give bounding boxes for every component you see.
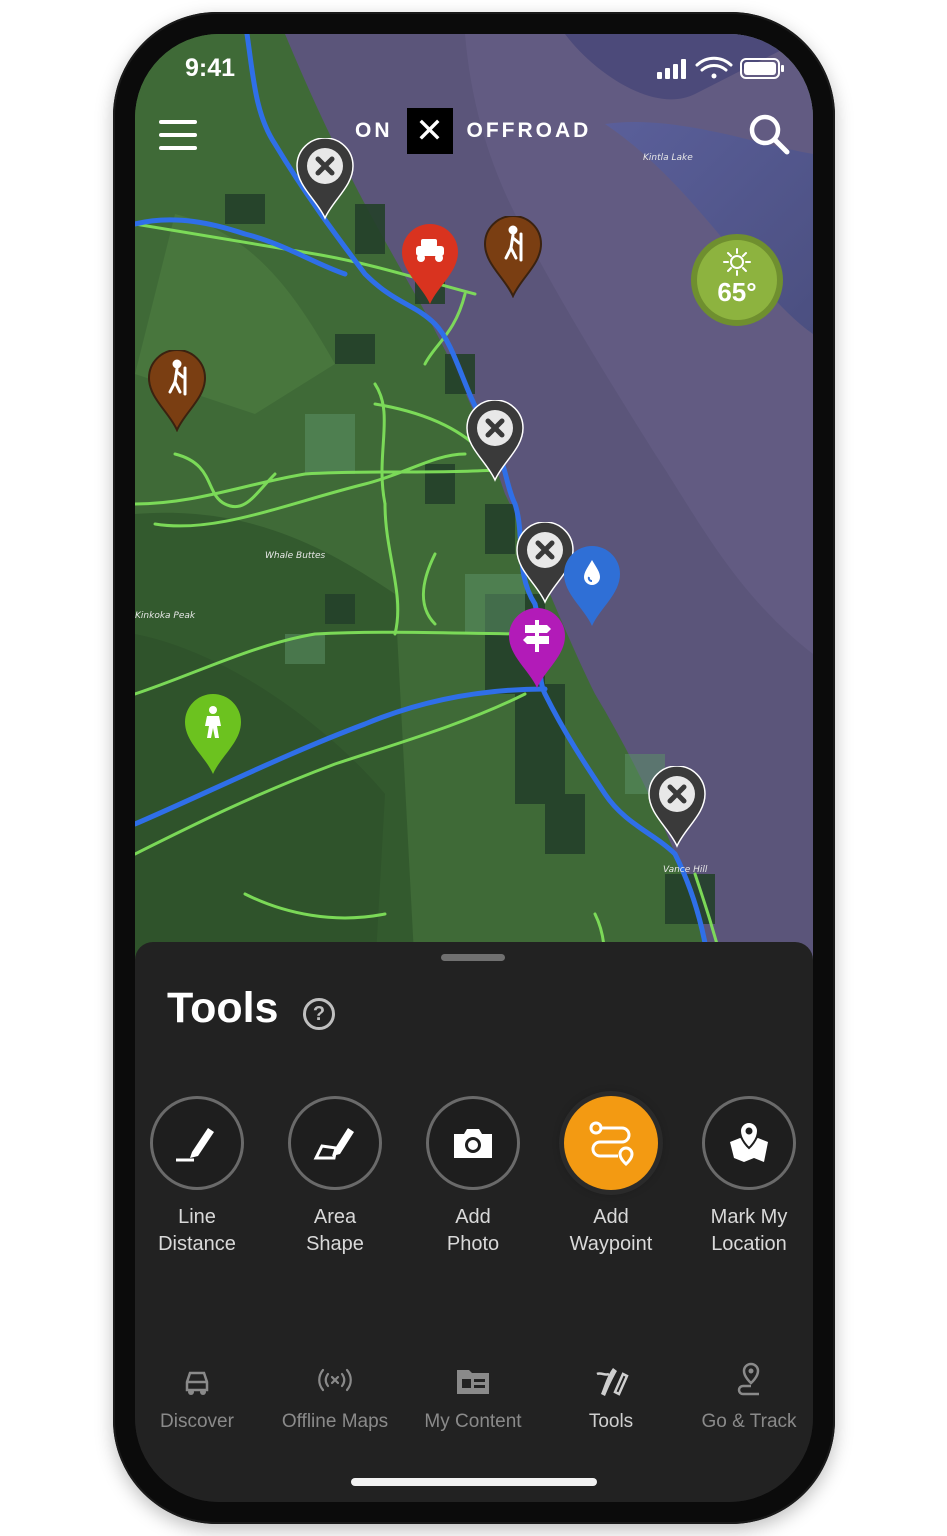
- logo-text-left: ON: [355, 119, 393, 142]
- nav-label: My Content: [424, 1411, 522, 1432]
- help-icon[interactable]: ?: [303, 998, 335, 1030]
- hiking-trail-pin[interactable]: [147, 349, 207, 433]
- tool-label-line1: Line: [178, 1206, 216, 1228]
- area-shape-button[interactable]: Area Shape: [270, 1096, 400, 1258]
- pencil-line-icon: [150, 1096, 244, 1190]
- wifi-icon: [695, 56, 733, 79]
- tool-label-line1: Add: [593, 1206, 629, 1228]
- map-label-kinkoka-peak: Kinkoka Peak: [135, 611, 196, 621]
- nav-label: Go & Track: [701, 1411, 797, 1432]
- tool-label-line1: Area: [313, 1206, 357, 1228]
- add-waypoint-button[interactable]: Add Waypoint: [546, 1096, 676, 1258]
- camera-icon: [426, 1096, 520, 1190]
- tool-label-line2: Waypoint: [569, 1233, 653, 1255]
- vehicle-pin[interactable]: [400, 224, 460, 306]
- track-icon: [737, 1362, 760, 1396]
- app-screen: Whale Buttes Kinkoka Peak Vance Hill Kin…: [135, 34, 813, 1502]
- nav-go-track[interactable]: Go & Track: [679, 1362, 813, 1433]
- tool-label-line1: Mark My: [710, 1206, 788, 1228]
- map-view[interactable]: Whale Buttes Kinkoka Peak Vance Hill Kin…: [135, 34, 813, 974]
- closed-road-pin[interactable]: [465, 399, 525, 482]
- tool-label-line2: Photo: [446, 1233, 500, 1255]
- search-icon[interactable]: [747, 112, 791, 156]
- nav-my-content[interactable]: My Content: [403, 1362, 543, 1433]
- vehicle-icon: [185, 1371, 209, 1395]
- mark-my-location-button[interactable]: Mark My Location: [684, 1096, 813, 1258]
- trailhead-sign-pin[interactable]: [507, 608, 567, 690]
- pencil-shape-icon: [288, 1096, 382, 1190]
- nav-tools[interactable]: Tools: [541, 1362, 681, 1433]
- hiking-trail-pin[interactable]: [483, 215, 543, 299]
- battery-icon: [740, 58, 784, 79]
- line-distance-button[interactable]: Line Distance: [135, 1096, 262, 1258]
- status-bar: 9:41: [135, 34, 813, 94]
- water-source-pin[interactable]: [562, 546, 622, 628]
- folder-icon: [457, 1370, 489, 1394]
- status-time: 9:41: [185, 54, 236, 82]
- logo-x-mark: ✕: [406, 108, 453, 154]
- add-photo-button[interactable]: Add Photo: [408, 1096, 538, 1258]
- nav-offline-maps[interactable]: Offline Maps: [265, 1362, 405, 1433]
- closed-road-pin[interactable]: [295, 137, 355, 220]
- tool-label-line2: Distance: [158, 1233, 236, 1255]
- tool-label-line2: Location: [711, 1233, 787, 1255]
- route-icon: [564, 1096, 658, 1190]
- hamburger-menu-icon[interactable]: [159, 120, 199, 152]
- closed-road-pin[interactable]: [647, 765, 707, 848]
- weather-badge[interactable]: 65°: [691, 234, 783, 326]
- tools-title: Tools: [167, 984, 279, 1032]
- onx-offroad-logo: ON ✕ OFFROAD: [355, 108, 591, 154]
- logo-text-right: OFFROAD: [466, 119, 592, 142]
- bigfoot-pin[interactable]: [183, 694, 243, 776]
- weather-temperature: 65°: [717, 277, 757, 307]
- map-label-whale-buttes: Whale Buttes: [265, 551, 325, 561]
- nav-discover[interactable]: Discover: [135, 1362, 267, 1433]
- app-header: ON ✕ OFFROAD: [135, 108, 813, 164]
- nav-label: Tools: [588, 1411, 634, 1432]
- nav-label: Discover: [160, 1411, 234, 1432]
- tool-label-line2: Shape: [306, 1233, 364, 1255]
- bottom-navigation: Discover Offline Maps My Content Tools G…: [135, 1352, 813, 1452]
- map-terrain: Whale Buttes Kinkoka Peak Vance Hill Kin…: [135, 34, 813, 974]
- signal-icon: [657, 59, 686, 79]
- broadcast-icon: [318, 1368, 352, 1392]
- tool-label-line1: Add: [455, 1206, 491, 1228]
- map-label-vance-hill: Vance Hill: [663, 865, 708, 875]
- home-indicator[interactable]: [351, 1478, 597, 1486]
- tools-icon: [596, 1368, 629, 1396]
- status-icons: [657, 56, 787, 87]
- sheet-drag-handle[interactable]: [441, 954, 505, 961]
- location-map-icon: [702, 1096, 796, 1190]
- nav-label: Offline Maps: [281, 1411, 389, 1432]
